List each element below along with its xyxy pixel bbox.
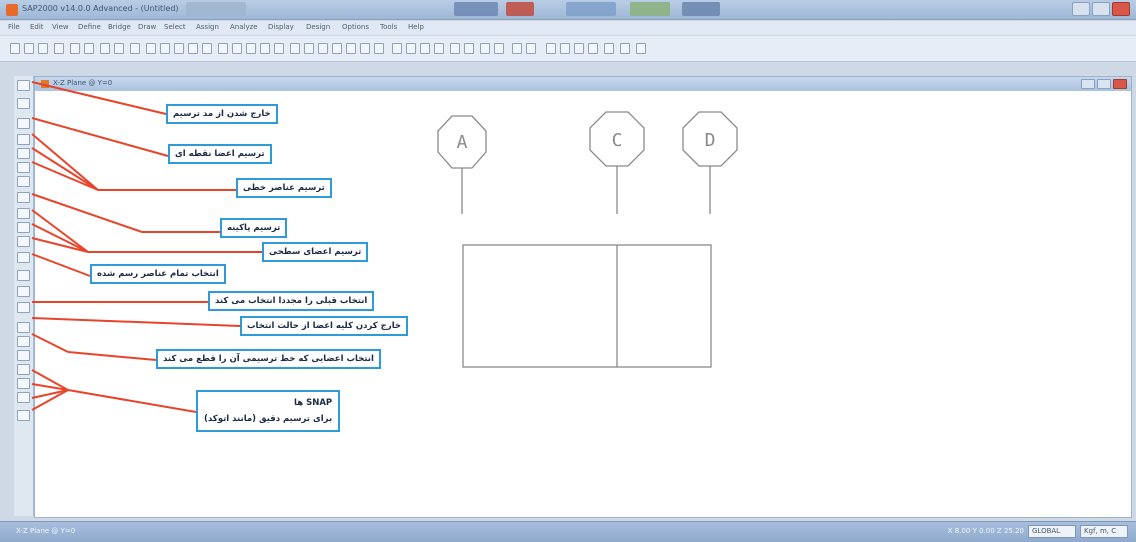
callout-draw-line-elements: ترسیم عناصر خطی xyxy=(236,178,332,198)
callout-select-all: انتخاب تمام عناصر رسم شده xyxy=(90,264,226,284)
grid-label-d: D xyxy=(705,130,716,151)
snap-callout-desc: برای ترسیم دقیق (مانند اتوکد) xyxy=(204,414,333,424)
callout-get-previous-selection: انتخاب قبلی را مجددا انتخاب می کند xyxy=(208,291,375,311)
units-dropdown[interactable]: Kgf, m, C xyxy=(1080,525,1128,538)
grid-label-a: A xyxy=(457,132,468,153)
grid-bubble-c: C xyxy=(589,111,645,214)
status-bar: X-Z Plane @ Y=0 X 8.00 Y 0.00 Z 25.20 GL… xyxy=(0,521,1136,542)
callout-draw-area-objects: ترسیم اعضای سطحی xyxy=(262,242,369,262)
callout-intersecting-line-select: انتخاب اعضایی که خط ترسیمی آن را قطع می … xyxy=(156,349,381,369)
callout-snap-tools: SNAP ها برای ترسیم دقیق (مانند اتوکد) xyxy=(196,390,341,432)
status-view-name: X-Z Plane @ Y=0 xyxy=(16,527,76,535)
grid-label-c: C xyxy=(612,130,623,151)
callout-exit-draw-mode: خارج شدن از مد ترسیم xyxy=(166,104,278,124)
grid-bubble-a: A xyxy=(437,115,487,214)
status-coordinates: X 8.00 Y 0.00 Z 25.20 xyxy=(947,527,1024,535)
callout-draw-point-object: ترسیم اعضا نقطه ای xyxy=(168,144,272,164)
coord-system-dropdown[interactable]: GLOBAL xyxy=(1028,525,1076,538)
frame-elements xyxy=(462,244,712,368)
snap-callout-title: SNAP ها xyxy=(294,398,333,408)
grid-bubble-d: D xyxy=(682,111,738,214)
callout-clear-selection: خارج کردن کلیه اعضا از حالت انتخاب xyxy=(240,316,409,336)
callout-draw-link: ترسیم پاکینه xyxy=(220,218,288,238)
